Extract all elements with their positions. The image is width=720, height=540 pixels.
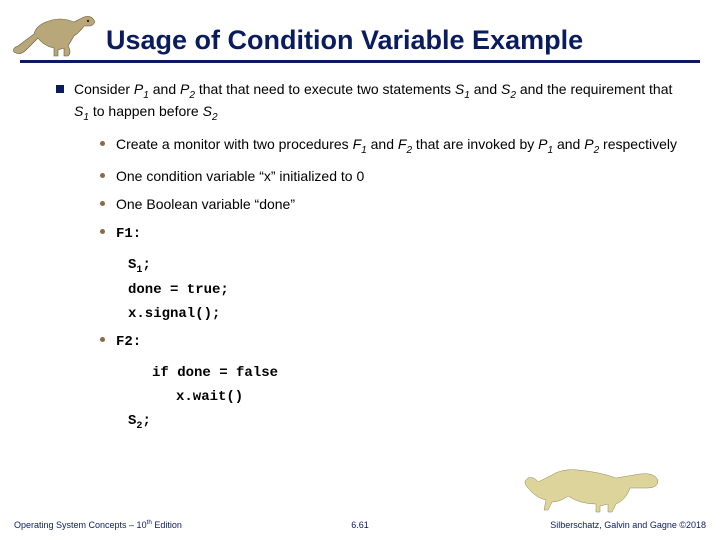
footer-right: Silberschatz, Galvin and Gagne ©2018 [550,520,706,530]
sub-bullet-4: F1: [100,224,680,244]
sub-bullet-5: F2: [100,332,680,352]
slide-title: Usage of Condition Variable Example [100,25,583,58]
code-line: done = true; [128,282,229,298]
footer-left: Operating System Concepts – 10th Edition [14,519,182,530]
code-f2: if done = false x.wait() S2; [56,362,680,435]
footer-page-number: 6.61 [351,520,369,530]
slide-content: Consider P1 and P2 that that need to exe… [0,63,720,435]
sub-bullet-1: Create a monitor with two procedures F1 … [100,136,680,158]
code-line: if done = false [128,362,680,386]
code-line: x.signal(); [128,306,220,322]
code-line: S2; [128,413,151,429]
code-f1: S1; done = true; x.signal(); [56,254,680,327]
sub-bullet-3: One Boolean variable “done” [100,196,680,214]
dinosaur-logo-icon [10,8,100,58]
dinosaur-bg-icon [520,454,660,514]
main-bullet: Consider P1 and P2 that that need to exe… [56,81,680,124]
slide-header: Usage of Condition Variable Example [0,0,720,58]
sub-bullet-list: Create a monitor with two procedures F1 … [56,136,680,243]
code-line: S1; [128,257,151,273]
sub-bullet-2: One condition variable “x” initialized t… [100,168,680,186]
sub-bullet-list-2: F2: [56,332,680,352]
code-line: x.wait() [128,386,680,410]
